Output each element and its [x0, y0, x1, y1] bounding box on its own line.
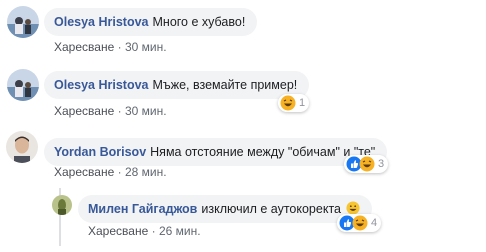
separator: ·	[117, 165, 122, 179]
comment-bubble: Olesya Hristova Мъже, вземайте пример!	[44, 71, 310, 99]
like-button[interactable]: Харесване	[54, 40, 114, 54]
comment-actions: Харесване · 30 мин.	[54, 40, 167, 54]
comment-text: изключил е аутокоректа	[201, 202, 341, 216]
comment-author[interactable]: Olesya Hristova	[54, 15, 149, 29]
reaction-count: 4	[371, 217, 378, 229]
reactions-summary[interactable]: 4	[337, 214, 382, 232]
avatar[interactable]	[7, 6, 39, 38]
avatar[interactable]	[7, 69, 39, 101]
haha-icon	[280, 95, 296, 111]
comment-time[interactable]: 30 мин.	[125, 40, 167, 54]
haha-icon	[359, 156, 375, 172]
comment-bubble: Yordan Borisov Няма отстояние между "обич…	[44, 138, 388, 166]
comment-time[interactable]: 28 мин.	[125, 165, 167, 179]
like-button[interactable]: Харесване	[88, 224, 148, 238]
comment-time[interactable]: 26 мин.	[159, 224, 201, 238]
comment-author[interactable]: Yordan Borisov	[54, 145, 146, 159]
comment-actions: Харесване · 28 мин.	[54, 165, 167, 179]
comment-bubble: Olesya Hristova Много е хубаво!	[44, 8, 258, 36]
grinning-emoji-icon	[346, 201, 361, 215]
comment-bubble: Милен Гайгаджов изключил е аутокоректа	[78, 195, 373, 223]
comment-actions: Харесване · 30 мин.	[54, 104, 167, 118]
separator: ·	[151, 224, 156, 238]
reactions-summary[interactable]: 3	[344, 155, 389, 173]
reaction-count: 1	[299, 97, 306, 109]
avatar[interactable]	[6, 131, 38, 163]
separator: ·	[117, 104, 122, 118]
comment-author[interactable]: Olesya Hristova	[54, 78, 149, 92]
separator: ·	[117, 40, 122, 54]
reactions-summary[interactable]: 1	[278, 94, 310, 112]
comment-time[interactable]: 30 мин.	[125, 104, 167, 118]
reaction-count: 3	[378, 158, 385, 170]
comment-text: Мъже, вземайте пример!	[152, 78, 298, 92]
haha-icon	[352, 215, 368, 231]
avatar[interactable]	[52, 195, 72, 215]
comment-text: Няма отстояние между "обичам" и "те"	[150, 145, 376, 159]
comment-author[interactable]: Милен Гайгаджов	[88, 202, 197, 216]
like-button[interactable]: Харесване	[54, 165, 114, 179]
comment-text: Много е хубаво!	[152, 15, 246, 29]
like-button[interactable]: Харесване	[54, 104, 114, 118]
comment-actions: Харесване · 26 мин.	[88, 224, 201, 238]
